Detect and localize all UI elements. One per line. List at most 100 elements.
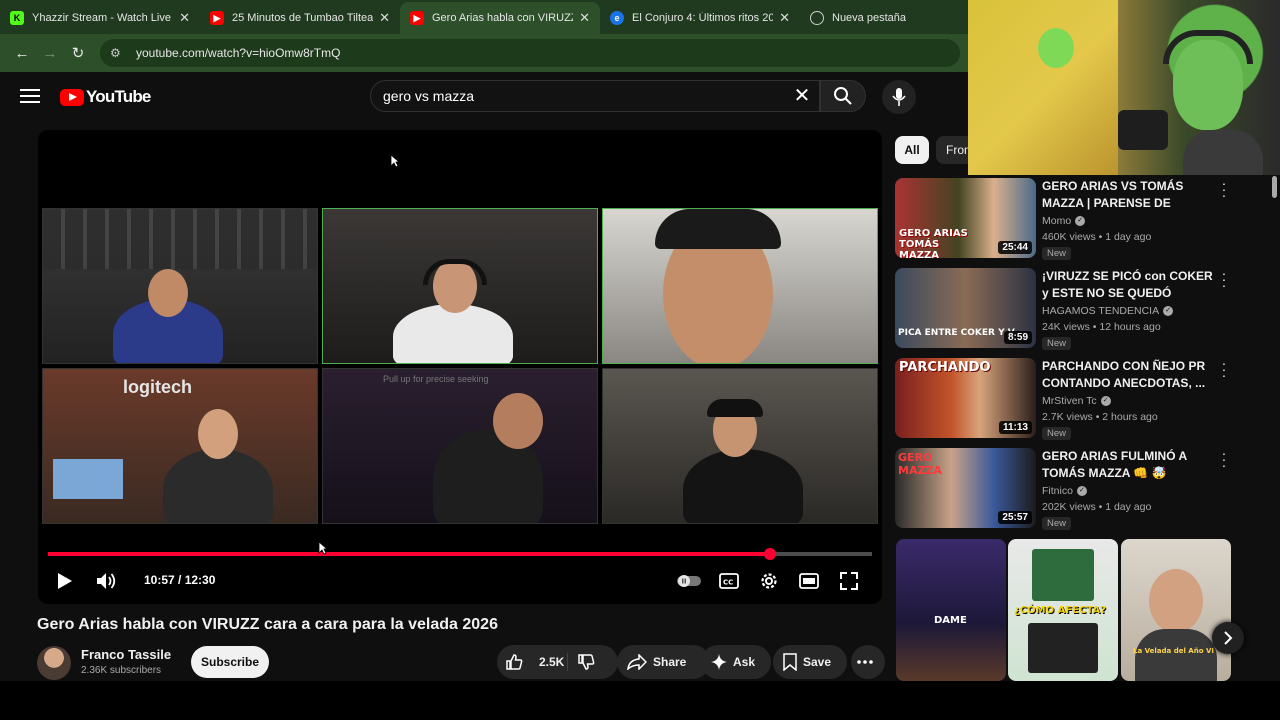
close-tab-icon[interactable]: ✕ <box>379 10 390 26</box>
gear-icon <box>761 573 777 589</box>
video-thumbnail[interactable]: GERO MAZZA 25:57 <box>895 448 1036 528</box>
theater-mode-button[interactable] <box>794 566 824 596</box>
duration-badge: 25:57 <box>998 511 1032 524</box>
recommendation-item[interactable]: GERO ARIAS TOMÁS MAZZA 25:44 GERO ARIAS … <box>895 176 1240 260</box>
forward-icon[interactable]: → <box>36 39 64 67</box>
video-player[interactable]: logitech Pull up for precise seeking 10:… <box>38 130 882 604</box>
recommendation-meta: 2.7K views • 2 hours ago <box>1042 411 1158 423</box>
dislike-button[interactable] <box>577 653 601 674</box>
recommendation-channel[interactable]: HAGAMOS TENDENCIA ✓ <box>1042 305 1174 317</box>
youtube-logo[interactable]: YouTube <box>60 87 151 107</box>
thumbs-up-icon <box>506 654 523 670</box>
play-button[interactable] <box>50 566 80 596</box>
progress-bar[interactable] <box>48 548 872 560</box>
recommendation-meta: 202K views • 1 day ago <box>1042 501 1152 513</box>
video-frame-cam-2 <box>322 208 598 364</box>
thumbnail-text: GERO ARIAS TOMÁS MAZZA <box>899 228 968 258</box>
subscribe-button[interactable]: Subscribe <box>191 646 269 678</box>
ask-label: Ask <box>733 655 756 669</box>
search-button[interactable] <box>820 80 866 112</box>
browser-tab[interactable]: Nueva pestaña <box>800 2 960 34</box>
close-tab-icon[interactable]: ✕ <box>779 10 790 26</box>
menu-icon[interactable] <box>18 86 42 106</box>
video-thumbnail[interactable]: PARCHANDO 11:13 <box>895 358 1036 438</box>
globe-icon <box>810 11 824 25</box>
close-tab-icon[interactable]: ✕ <box>579 10 590 26</box>
tab-title: Nueva pestaña <box>832 12 906 24</box>
search-input[interactable]: gero vs mazza <box>370 80 820 112</box>
browser-tab-active[interactable]: ▶ Gero Arias habla con VIRUZZ c ✕ <box>400 2 600 34</box>
chip-all[interactable]: All <box>895 136 929 164</box>
chevron-right-icon <box>1224 631 1233 645</box>
autoplay-toggle[interactable] <box>674 566 704 596</box>
subtitles-button[interactable]: CC <box>714 566 744 596</box>
recommendation-item[interactable]: PICA ENTRE COKER Y V 8:59 ¡VIRUZZ SE PIC… <box>895 266 1240 350</box>
close-tab-icon[interactable]: ✕ <box>179 10 190 26</box>
more-actions-button[interactable] <box>851 645 885 679</box>
recommendation-title[interactable]: ¡VIRUZZ SE PICÓ con COKER y ESTE NO SE Q… <box>1042 268 1218 302</box>
scrollbar[interactable] <box>1270 170 1278 675</box>
seek-hint: Pull up for precise seeking <box>383 374 489 384</box>
sparkle-icon <box>711 654 727 670</box>
recommendation-channel[interactable]: Fitnico ✓ <box>1042 485 1087 497</box>
channel-name[interactable]: Franco Tassile <box>81 647 171 662</box>
video-thumbnail[interactable]: PICA ENTRE COKER Y V 8:59 <box>895 268 1036 348</box>
recommendation-item[interactable]: PARCHANDO 11:13 PARCHANDO CON ÑEJO PR CO… <box>895 356 1240 440</box>
autoplay-toggle-icon <box>677 575 701 587</box>
video-frame-cam-3 <box>602 208 878 364</box>
browser-tab[interactable]: e El Conjuro 4: Últimos ritos 2025 ✕ <box>600 2 800 34</box>
clear-search-icon[interactable]: ✕ <box>790 85 814 109</box>
recommendation-channel[interactable]: Momo ✓ <box>1042 215 1086 227</box>
youtube-logo-icon <box>60 88 84 106</box>
svg-text:CC: CC <box>723 579 733 587</box>
search-icon <box>834 87 852 105</box>
back-icon[interactable]: ← <box>8 39 36 67</box>
more-vertical-icon[interactable]: · · · <box>1219 176 1229 202</box>
video-frame-cam-1 <box>42 208 318 364</box>
search-query: gero vs mazza <box>383 88 475 104</box>
voice-search-button[interactable] <box>882 80 916 114</box>
next-shorts-button[interactable] <box>1212 622 1244 654</box>
fullscreen-button[interactable] <box>834 566 864 596</box>
browser-tab[interactable]: K Yhazzir Stream - Watch Live on ✕ <box>0 2 200 34</box>
browser-tab-bar: K Yhazzir Stream - Watch Live on ✕ ▶ 25 … <box>0 0 968 34</box>
youtube-header: YouTube gero vs mazza ✕ <box>0 72 968 122</box>
volume-button[interactable] <box>92 566 122 596</box>
thumbnail-text: DAME <box>934 615 967 626</box>
scrubber-handle[interactable] <box>763 548 776 560</box>
recommendation-title[interactable]: PARCHANDO CON ÑEJO PR CONTANDO ANECDOTAS… <box>1042 358 1218 392</box>
tab-title: Gero Arias habla con VIRUZZ c <box>432 12 574 24</box>
recommendation-item[interactable]: GERO MAZZA 25:57 GERO ARIAS FULMINÓ A TO… <box>895 446 1240 530</box>
browser-tab[interactable]: ▶ 25 Minutos de Tumbao Tilteao ✕ <box>200 2 400 34</box>
recommendation-channel[interactable]: MrStiven Tc ✓ <box>1042 395 1111 407</box>
settings-button[interactable] <box>754 566 784 596</box>
short-thumbnail[interactable]: La Velada del Año VI <box>1121 539 1231 681</box>
more-vertical-icon[interactable]: · · · <box>1219 266 1229 292</box>
more-horizontal-icon <box>857 660 873 664</box>
like-count: 2.5K <box>539 655 565 669</box>
more-vertical-icon[interactable]: · · · <box>1219 446 1229 472</box>
video-thumbnail[interactable]: GERO ARIAS TOMÁS MAZZA 25:44 <box>895 178 1036 258</box>
share-icon <box>627 654 647 670</box>
like-button[interactable]: 2.5K <box>505 645 564 679</box>
short-thumbnail[interactable]: DAME <box>896 539 1006 681</box>
more-vertical-icon[interactable]: · · · <box>1219 356 1229 382</box>
new-badge: New <box>1042 247 1072 260</box>
duration-badge: 25:44 <box>998 241 1032 254</box>
video-frame-cam-6 <box>602 368 878 524</box>
short-thumbnail[interactable]: ¿CÓMO AFECTA? <box>1008 539 1118 681</box>
screen: K Yhazzir Stream - Watch Live on ✕ ▶ 25 … <box>0 0 1280 720</box>
recommendation-meta: 460K views • 1 day ago <box>1042 231 1152 243</box>
site-settings-icon[interactable]: ⚙ <box>110 46 124 60</box>
url-field[interactable]: ⚙ youtube.com/watch?v=hioOmw8rTmQ <box>100 39 960 67</box>
reload-icon[interactable]: ↻ <box>64 39 92 67</box>
recommendation-title[interactable]: GERO ARIAS VS TOMÁS MAZZA | PARENSE DE M… <box>1042 178 1218 212</box>
ask-button[interactable]: Ask <box>701 645 771 679</box>
save-button[interactable]: Save <box>773 645 847 679</box>
divider <box>567 653 568 671</box>
recommendation-title[interactable]: GERO ARIAS FULMINÓ A TOMÁS MAZZA 👊 🤯 <box>1042 448 1218 482</box>
share-button[interactable]: Share <box>617 645 710 679</box>
thumbnail-text: PICA ENTRE COKER Y V <box>898 328 1015 338</box>
avatar[interactable] <box>37 646 71 680</box>
scrollbar-thumb[interactable] <box>1272 176 1277 198</box>
